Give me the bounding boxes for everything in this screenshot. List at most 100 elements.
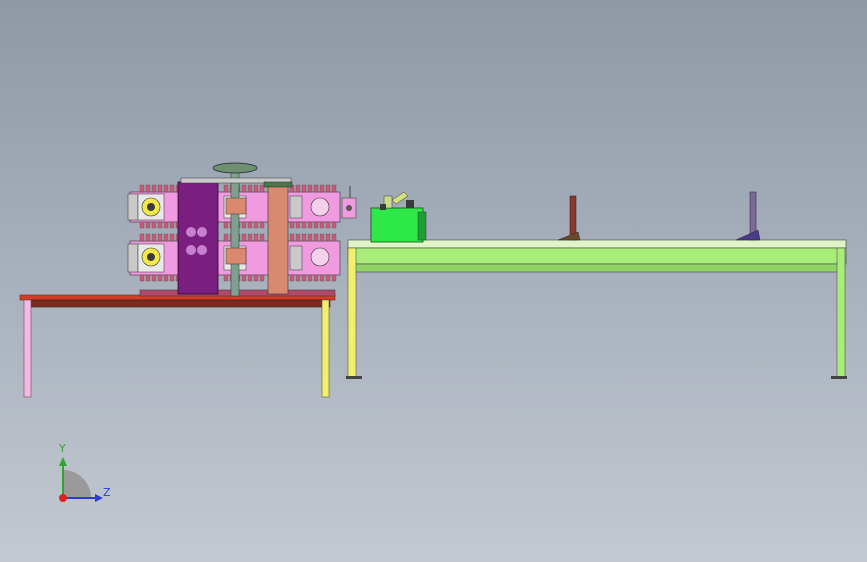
gear-tooth <box>169 233 175 242</box>
leg-foot <box>831 376 847 379</box>
left-table[interactable] <box>19 294 336 398</box>
shaft-block <box>225 247 247 265</box>
gear-tooth <box>163 184 169 193</box>
conveyor-table[interactable] <box>346 239 847 379</box>
gear-tooth <box>253 221 259 229</box>
gear-tooth <box>163 233 169 242</box>
gear-tooth <box>313 274 319 282</box>
plate-hole <box>186 245 196 255</box>
gear-tooth <box>145 184 151 193</box>
gear-tooth <box>223 274 229 282</box>
z-axis-label: Z <box>103 486 111 499</box>
gear-tooth <box>253 184 259 193</box>
gear-tooth <box>247 233 253 242</box>
gear-tooth <box>163 221 169 229</box>
y-axis-arrow <box>59 457 67 466</box>
gear-tooth <box>295 274 301 282</box>
roller-machine[interactable] <box>127 162 357 297</box>
gear-tooth <box>325 184 331 193</box>
gear-tooth <box>307 184 313 193</box>
gear-tooth <box>223 221 229 229</box>
gear-tooth <box>259 184 265 193</box>
gear-tooth <box>331 184 337 193</box>
column-cap <box>263 181 293 188</box>
handwheel[interactable] <box>212 162 258 174</box>
salmon-column <box>267 183 289 295</box>
gear-tooth <box>331 233 337 242</box>
gear-tooth <box>241 233 247 242</box>
gear-tooth <box>169 184 175 193</box>
gear-tooth <box>307 233 313 242</box>
gear-tooth <box>307 221 313 229</box>
triad-quadrant <box>63 470 91 498</box>
gear-tooth <box>259 274 265 282</box>
gear-tooth <box>169 221 175 229</box>
gear-tooth <box>301 274 307 282</box>
gear-tooth <box>325 221 331 229</box>
conveyor-leg-right <box>836 247 846 379</box>
gear-tooth <box>139 233 145 242</box>
gear-tooth <box>157 274 163 282</box>
gear-tooth <box>223 233 229 242</box>
gear-tooth <box>151 274 157 282</box>
z-axis-arrow <box>95 494 103 502</box>
gear-tooth <box>223 184 229 193</box>
gear-tooth <box>295 221 301 229</box>
gear-tooth <box>241 184 247 193</box>
table-leg-left <box>23 299 32 398</box>
conveyor-frame <box>353 263 843 273</box>
gear-tooth <box>313 184 319 193</box>
green-tank-unit[interactable] <box>370 191 427 243</box>
gear-tooth <box>325 233 331 242</box>
plate-hole <box>186 227 196 237</box>
gear-tooth <box>301 233 307 242</box>
gear-tooth <box>151 233 157 242</box>
gear-tooth <box>319 233 325 242</box>
plate-hole <box>197 227 207 237</box>
gear-tooth <box>325 274 331 282</box>
table-leg-right <box>321 299 330 398</box>
gear-tooth <box>145 233 151 242</box>
gear-tooth <box>247 274 253 282</box>
gear-tooth <box>145 221 151 229</box>
gear-tooth <box>301 221 307 229</box>
gear-tooth <box>139 221 145 229</box>
shaft-block <box>225 197 247 215</box>
gear-tooth <box>289 221 295 229</box>
gear-tooth <box>331 274 337 282</box>
gear-tooth <box>151 221 157 229</box>
gear-tooth <box>157 184 163 193</box>
gear-tooth <box>319 184 325 193</box>
conveyor-leg-left <box>347 247 357 379</box>
gear-tooth <box>319 274 325 282</box>
gear-tooth <box>247 184 253 193</box>
gear-tooth <box>247 221 253 229</box>
gear-tooth <box>331 221 337 229</box>
gear-tooth <box>151 184 157 193</box>
cad-viewport[interactable]: Y Z <box>0 0 867 562</box>
gear-tooth <box>163 274 169 282</box>
gear-tooth <box>295 233 301 242</box>
center-shaft <box>230 169 240 297</box>
gear-tooth <box>253 233 259 242</box>
gear-tooth <box>139 184 145 193</box>
gear-tooth <box>157 221 163 229</box>
conveyor-stop-bracket-1[interactable] <box>557 195 581 241</box>
gear-tooth <box>301 184 307 193</box>
y-axis-label: Y <box>59 442 66 455</box>
gear-tooth <box>307 274 313 282</box>
gear-tooth <box>253 274 259 282</box>
gear-tooth <box>157 233 163 242</box>
gear-tooth <box>295 184 301 193</box>
orientation-triad[interactable] <box>59 457 103 502</box>
gear-tooth <box>313 233 319 242</box>
purple-side-plate <box>177 181 219 295</box>
gear-tooth <box>259 221 265 229</box>
conveyor-stop-bracket-2[interactable] <box>735 191 761 241</box>
gear-tooth <box>139 274 145 282</box>
gear-tooth <box>169 274 175 282</box>
cad-model-view[interactable] <box>0 0 867 562</box>
gear-tooth <box>313 221 319 229</box>
table-frame <box>24 299 331 308</box>
gear-tooth <box>259 233 265 242</box>
